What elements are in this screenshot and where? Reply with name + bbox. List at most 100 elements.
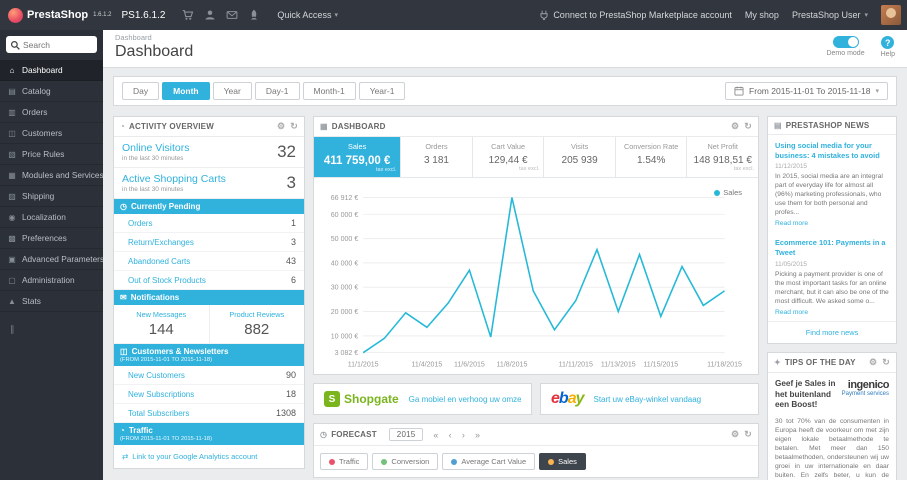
kpi-cart-value[interactable]: Cart Value 129,44 € tax excl. xyxy=(473,137,545,177)
sidebar-item-orders[interactable]: ▥ Orders xyxy=(0,102,103,123)
kpi-tax-note xyxy=(620,166,683,172)
forecast-prev-button[interactable]: ‹ xyxy=(449,430,452,440)
total-subscribers-link[interactable]: Total Subscribers xyxy=(128,409,189,418)
sidebar-search[interactable] xyxy=(6,36,97,53)
kpi-visits[interactable]: Visits 205 939 xyxy=(544,137,616,177)
abandoned-carts-link[interactable]: Abandoned Carts xyxy=(128,257,190,266)
forecast-first-button[interactable]: « xyxy=(433,430,438,440)
kpi-conversion-rate[interactable]: Conversion Rate 1.54% xyxy=(616,137,688,177)
product-reviews-cell[interactable]: Product Reviews 882 xyxy=(208,305,305,343)
shopgate-promo-link[interactable]: Ga mobiel en verhoog uw omzet xyxy=(409,395,521,404)
page-title: Dashboard xyxy=(115,43,194,60)
messages-notification-icon[interactable] xyxy=(226,9,238,21)
sidebar-item-label: Orders xyxy=(22,107,48,117)
kpi-sales[interactable]: Sales 411 759,00 € tax excl. xyxy=(314,137,402,177)
refresh-icon[interactable]: ↻ xyxy=(290,121,298,132)
out-of-stock-link[interactable]: Out of Stock Products xyxy=(128,276,206,285)
refresh-icon[interactable]: ↻ xyxy=(882,357,890,368)
people-icon: ◫ xyxy=(120,347,128,356)
period-year-1-button[interactable]: Year-1 xyxy=(358,82,406,100)
forecast-toggle-conversion[interactable]: Conversion xyxy=(372,453,439,470)
sidebar-item-preferences[interactable]: ▩ Preferences xyxy=(0,228,103,249)
refresh-icon[interactable]: ↻ xyxy=(744,429,752,440)
pending-returns-value: 3 xyxy=(290,237,296,247)
pending-orders-link[interactable]: Orders xyxy=(128,219,152,228)
forecast-next-button[interactable]: › xyxy=(462,430,465,440)
toggle-on-icon[interactable] xyxy=(832,36,859,48)
active-carts-link[interactable]: Active Shopping Carts xyxy=(122,173,226,185)
quick-access-menu[interactable]: Quick Access ▾ xyxy=(277,10,338,20)
help-icon[interactable]: ? xyxy=(881,36,895,49)
sidebar-item-modules[interactable]: ▦ Modules and Services xyxy=(0,165,103,186)
sidebar-item-administration[interactable]: ▢ Administration xyxy=(0,270,103,291)
sidebar-item-customers[interactable]: ◫ Customers xyxy=(0,123,103,144)
sales-dot-icon xyxy=(548,458,555,465)
ebay-promo-link[interactable]: Start uw eBay-winkel vandaag xyxy=(594,395,702,404)
sidebar-item-dashboard[interactable]: ⌂ Dashboard xyxy=(0,60,103,81)
sidebar-item-localization[interactable]: ◉ Localization xyxy=(0,207,103,228)
breadcrumb[interactable]: Dashboard xyxy=(115,33,193,42)
new-customers-link[interactable]: New Customers xyxy=(128,371,185,380)
sidebar-item-price-rules[interactable]: ▧ Price Rules xyxy=(0,144,103,165)
shop-name-link[interactable]: PS1.6.1.2 xyxy=(122,10,166,21)
kpi-net-profit[interactable]: Net Profit 148 918,51 € tax excl. xyxy=(687,137,758,177)
ebay-promo[interactable]: ebay Start uw eBay-winkel vandaag xyxy=(540,383,759,415)
svg-text:11/15/2015: 11/15/2015 xyxy=(643,361,678,368)
period-year-button[interactable]: Year xyxy=(212,82,252,100)
online-visitors-link[interactable]: Online Visitors xyxy=(122,142,190,154)
forecast-toggle-traffic[interactable]: Traffic xyxy=(320,453,369,470)
sidebar-collapse-button[interactable]: ∥ xyxy=(0,312,103,347)
user-avatar[interactable] xyxy=(881,5,901,25)
refresh-icon[interactable]: ↻ xyxy=(744,121,752,132)
my-shop-link[interactable]: My shop xyxy=(745,10,779,20)
shopgate-promo[interactable]: S Shopgate Ga mobiel en verhoog uw omzet xyxy=(313,383,532,415)
gear-icon[interactable]: ⚙ xyxy=(731,429,739,440)
gear-icon[interactable]: ⚙ xyxy=(731,121,739,132)
rocket-icon[interactable] xyxy=(248,9,260,21)
period-day-button[interactable]: Day xyxy=(122,82,160,100)
pending-returns-link[interactable]: Return/Exchanges xyxy=(128,238,194,247)
period-month-1-button[interactable]: Month-1 xyxy=(302,82,356,100)
gear-icon[interactable]: ⚙ xyxy=(277,121,285,132)
news-article-title-link[interactable]: Using social media for your business: 4 … xyxy=(775,141,889,160)
new-messages-cell[interactable]: New Messages 144 xyxy=(114,305,209,343)
sidebar-item-catalog[interactable]: ▤ Catalog xyxy=(0,81,103,102)
date-range-picker[interactable]: From 2015-11-01 To 2015-11-18 ▾ xyxy=(725,82,888,100)
svg-text:40 000 €: 40 000 € xyxy=(331,260,359,267)
news-article-title-link[interactable]: Ecommerce 101: Payments in a Tweet xyxy=(775,238,889,257)
forecast-last-button[interactable]: » xyxy=(475,430,480,440)
user-menu[interactable]: PrestaShop User ▾ xyxy=(792,10,868,20)
ingenico-logo[interactable]: ingenico Payment services xyxy=(842,379,890,411)
gear-icon[interactable]: ⚙ xyxy=(869,357,877,368)
forecast-toggle-average-cart-value[interactable]: Average Cart Value xyxy=(442,453,536,470)
marketplace-link[interactable]: Connect to PrestaShop Marketplace accoun… xyxy=(539,10,732,20)
new-subscriptions-link[interactable]: New Subscriptions xyxy=(128,390,194,399)
forecast-toggle-sales[interactable]: Sales xyxy=(539,453,586,470)
svg-text:30 000 €: 30 000 € xyxy=(331,285,359,292)
demo-mode-toggle[interactable]: Demo mode xyxy=(826,36,865,57)
calendar-icon xyxy=(734,86,744,96)
kpi-orders[interactable]: Orders 3 181 xyxy=(401,137,473,177)
sidebar-item-advanced-parameters[interactable]: ▣ Advanced Parameters xyxy=(0,249,103,270)
svg-text:50 000 €: 50 000 € xyxy=(331,236,359,243)
read-more-link[interactable]: Read more xyxy=(775,309,808,316)
sales-legend-label: Sales xyxy=(723,188,742,197)
kpi-tax-note xyxy=(548,166,611,172)
kpi-tax-note: tax excl. xyxy=(519,166,540,172)
customers-notification-icon[interactable] xyxy=(204,9,216,21)
prestashop-logo[interactable]: PrestaShop 1.6.1.2 xyxy=(0,7,120,23)
online-visitors-stat: Online Visitors in the last 30 minutes 3… xyxy=(114,137,304,168)
period-month-button[interactable]: Month xyxy=(162,82,210,100)
google-analytics-link[interactable]: ⇄ Link to your Google Analytics account xyxy=(114,445,304,468)
sidebar-item-stats[interactable]: ▲ Stats xyxy=(0,291,103,312)
help-label: Help xyxy=(880,51,895,58)
sidebar-item-shipping[interactable]: ▨ Shipping xyxy=(0,186,103,207)
chart-legend: Sales xyxy=(714,188,742,197)
orders-notification-icon[interactable] xyxy=(182,9,194,21)
period-day-1-button[interactable]: Day-1 xyxy=(254,82,300,100)
read-more-link[interactable]: Read more xyxy=(775,220,808,227)
forecast-year-select[interactable]: 2015 xyxy=(388,428,424,441)
search-input[interactable] xyxy=(23,39,85,50)
find-more-news-link[interactable]: Find more news xyxy=(768,320,896,343)
help-button[interactable]: ? Help xyxy=(881,36,895,58)
